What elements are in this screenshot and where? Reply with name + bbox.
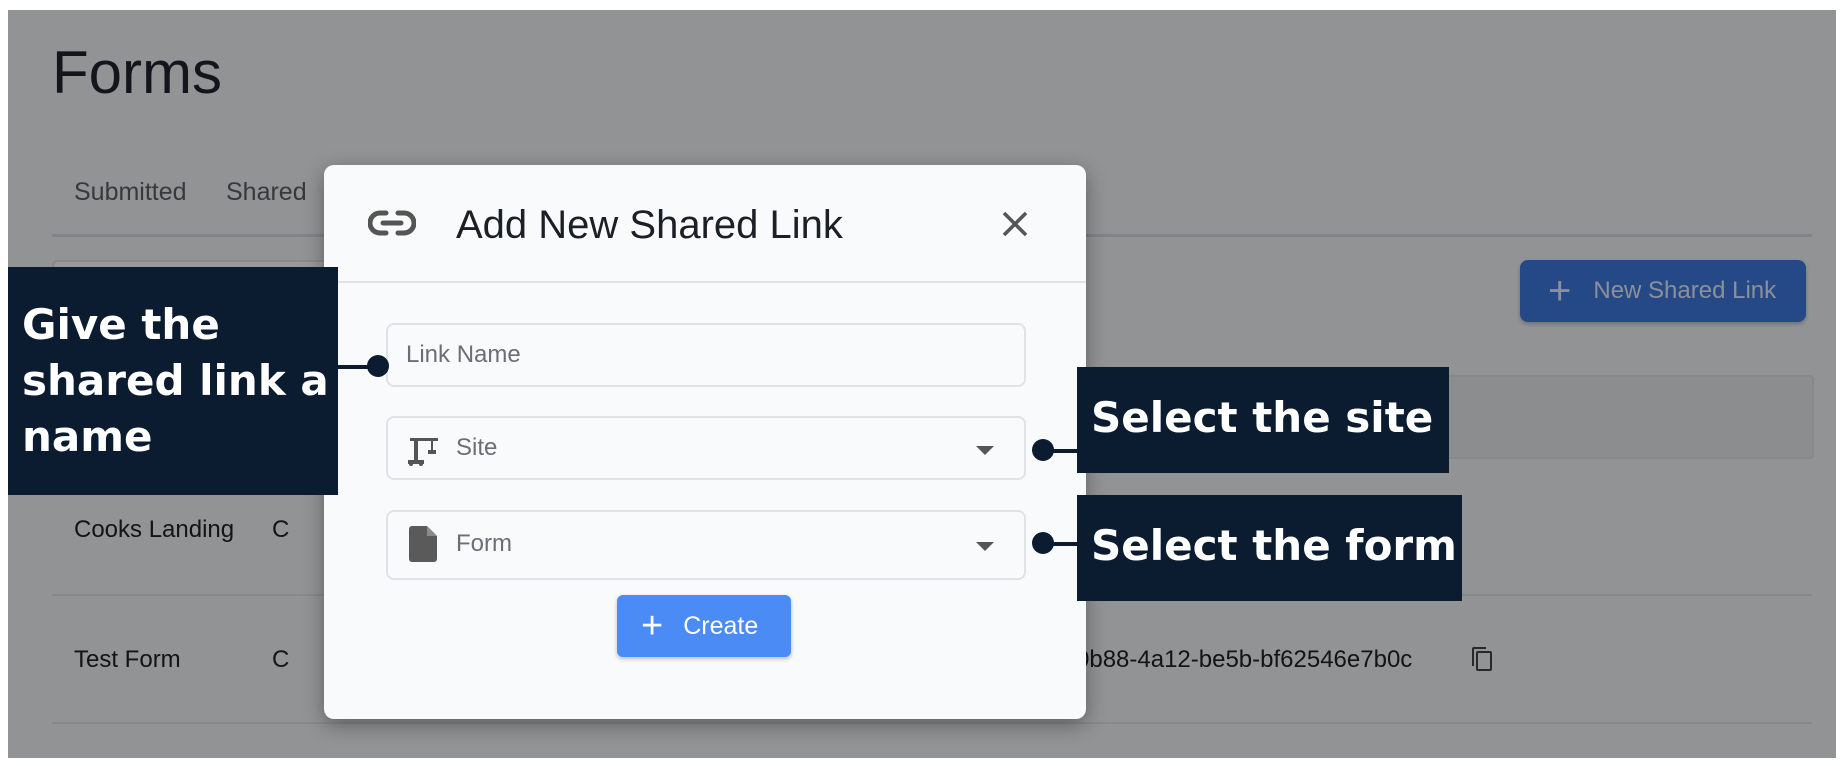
link-name-field[interactable]: Link Name	[386, 323, 1026, 387]
create-button[interactable]: + Create	[617, 595, 791, 657]
callout-dot	[1032, 532, 1054, 554]
crane-icon	[408, 438, 438, 466]
site-placeholder: Site	[456, 434, 498, 461]
link-name-placeholder: Link Name	[406, 341, 521, 368]
close-icon[interactable]	[1000, 209, 1030, 239]
create-label: Create	[683, 611, 759, 640]
screenshot-frame: Forms Submitted Shared + New Shared Link…	[8, 10, 1836, 758]
site-select[interactable]: Site	[386, 416, 1026, 480]
plus-icon: +	[641, 605, 664, 647]
callout-link-name: Give the shared link a name	[8, 267, 338, 495]
form-select[interactable]: Form	[386, 510, 1026, 580]
link-icon	[368, 210, 416, 236]
dialog-header: Add New Shared Link	[324, 165, 1086, 283]
chevron-down-icon	[976, 446, 994, 455]
callout-site: Select the site	[1077, 367, 1449, 473]
chevron-down-icon	[976, 542, 994, 551]
callout-dot	[1032, 439, 1054, 461]
callout-form: Select the form	[1077, 495, 1462, 601]
document-icon	[409, 526, 437, 562]
dialog-title: Add New Shared Link	[456, 203, 843, 247]
add-shared-link-dialog: Add New Shared Link Link Name Site Form …	[324, 165, 1086, 719]
callout-dot	[367, 355, 389, 377]
form-placeholder: Form	[456, 530, 512, 557]
